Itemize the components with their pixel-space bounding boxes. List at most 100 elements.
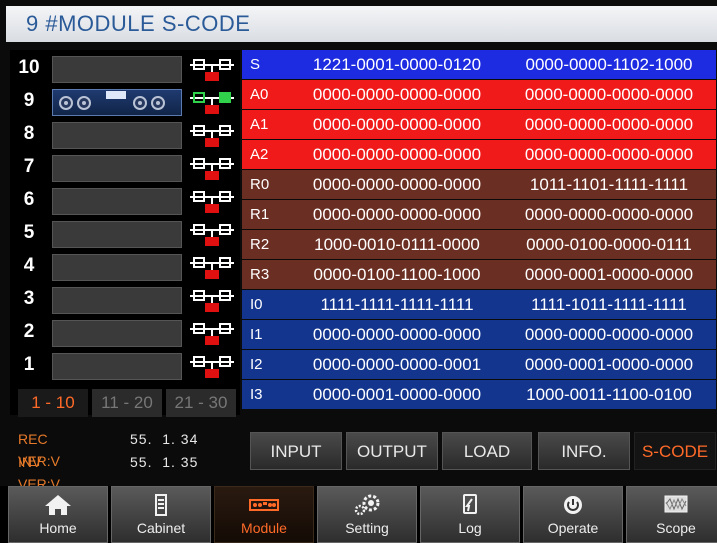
code-label: R0 xyxy=(250,176,270,193)
module-unit-empty[interactable] xyxy=(52,188,182,215)
nav-log-button[interactable]: Log xyxy=(420,486,520,543)
code-value-2: 0000-0100-0000-0111 xyxy=(526,235,692,254)
tab-load[interactable]: LOAD xyxy=(442,432,532,470)
code-label: R3 xyxy=(250,266,270,283)
slot-number: 7 xyxy=(23,156,35,177)
module-slot-2[interactable]: 2 xyxy=(10,317,238,347)
module-slot-7[interactable]: 7 xyxy=(10,152,238,182)
rec-version-value: 55. 1. 34 xyxy=(130,431,199,447)
code-row-i1: I1 0000-0000-0000-0000 0000-0000-0000-0000 xyxy=(242,320,716,349)
fan-icon xyxy=(151,96,165,110)
module-rack: 10 9 8 7 6 5 4 3 2 1 xyxy=(10,50,240,415)
module-unit-empty[interactable] xyxy=(52,221,182,248)
tab-output[interactable]: OUTPUT xyxy=(346,432,438,470)
code-value-2: 1000-0011-1100-0100 xyxy=(526,385,692,404)
code-value-2: 0000-0000-0000-0000 xyxy=(524,145,694,164)
code-value-2: 0000-0001-0000-0000 xyxy=(524,265,694,284)
code-value-1: 0000-0000-0000-0000 xyxy=(312,205,482,224)
code-label: R2 xyxy=(250,236,270,253)
log-icon xyxy=(421,493,519,517)
slot-number: 1 xyxy=(23,354,35,375)
code-row-a2: A2 0000-0000-0000-0000 0000-0000-0000-0000 xyxy=(242,140,716,169)
tab-s-code[interactable]: S-CODE xyxy=(634,432,716,470)
code-label: S xyxy=(250,56,261,73)
tab-info[interactable]: INFO. xyxy=(538,432,630,470)
module-unit-empty[interactable] xyxy=(52,56,182,83)
nav-scope-button[interactable]: Scope xyxy=(626,486,717,543)
slot-number: 4 xyxy=(23,255,35,276)
module-slot-8[interactable]: 8 xyxy=(10,119,238,149)
scope-icon xyxy=(627,493,717,517)
code-value-1: 0000-0000-0000-0000 xyxy=(312,85,482,104)
module-unit-empty[interactable] xyxy=(52,122,182,149)
home-icon xyxy=(9,493,107,517)
nav-operate-button[interactable]: Operate xyxy=(523,486,623,543)
code-value-2: 0000-0001-0000-0000 xyxy=(524,355,694,374)
module-icon xyxy=(215,493,313,517)
nav-setting-button[interactable]: Setting xyxy=(317,486,417,543)
code-row-r3: R3 0000-0100-1100-1000 0000-0001-0000-0000 xyxy=(242,260,716,289)
module-slot-9[interactable]: 9 xyxy=(10,86,238,116)
slot-number: 9 xyxy=(23,90,35,111)
nav-label: Home xyxy=(39,520,77,536)
code-row-i3: I3 0000-0001-0000-0000 1000-0011-1100-0100 xyxy=(242,380,716,409)
code-value-1: 0000-0100-1100-1000 xyxy=(313,265,481,284)
nav-label: Cabinet xyxy=(136,520,186,536)
slot-number: 2 xyxy=(23,321,35,342)
code-row-a1: A1 0000-0000-0000-0000 0000-0000-0000-0000 xyxy=(242,110,716,139)
connection-icon xyxy=(186,286,238,314)
module-slot-1[interactable]: 1 xyxy=(10,350,238,380)
page-tab-3[interactable]: 21 - 30 xyxy=(166,389,236,417)
module-unit-empty[interactable] xyxy=(52,287,182,314)
nav-label: Operate xyxy=(547,520,599,536)
page-tab-2[interactable]: 11 - 20 xyxy=(92,389,162,417)
code-label: I1 xyxy=(250,326,263,343)
code-value-1: 0000-0000-0000-0000 xyxy=(312,145,482,164)
module-unit-empty[interactable] xyxy=(52,155,182,182)
connection-icon xyxy=(186,352,238,380)
code-row-i2: I2 0000-0000-0000-0001 0000-0001-0000-0000 xyxy=(242,350,716,379)
inv-version-value: 55. 1. 35 xyxy=(130,454,199,470)
nav-home-button[interactable]: Home xyxy=(8,486,108,543)
status-led xyxy=(106,91,126,99)
module-slot-5[interactable]: 5 xyxy=(10,218,238,248)
nav-module-button[interactable]: Module xyxy=(214,486,314,543)
code-value-2: 0000-0000-0000-0000 xyxy=(524,325,694,344)
tab-input[interactable]: INPUT xyxy=(250,432,342,470)
connection-icon xyxy=(186,55,238,83)
fan-icon xyxy=(59,96,73,110)
code-value-1: 1000-0010-0111-0000 xyxy=(314,235,480,254)
bottom-nav: Home Cabinet Module Setting Log Operate Scope xyxy=(0,486,717,543)
code-value-2: 0000-0000-0000-0000 xyxy=(524,115,694,134)
connection-icon xyxy=(186,319,238,347)
code-value-2: 1111-1011-1111-1111 xyxy=(531,295,687,314)
nav-cabinet-button[interactable]: Cabinet xyxy=(111,486,211,543)
page-tab-1[interactable]: 1 - 10 xyxy=(18,389,88,417)
code-label: I3 xyxy=(250,386,263,403)
module-unit-empty[interactable] xyxy=(52,254,182,281)
module-unit-present[interactable] xyxy=(52,89,182,116)
code-label: I2 xyxy=(250,356,263,373)
module-unit-empty[interactable] xyxy=(52,353,182,380)
fan-icon xyxy=(77,96,91,110)
nav-label: Setting xyxy=(345,520,389,536)
code-value-2: 1011-1101-1111-1111 xyxy=(529,175,689,194)
module-slot-6[interactable]: 6 xyxy=(10,185,238,215)
module-slot-10[interactable]: 10 xyxy=(10,53,238,83)
nav-label: Scope xyxy=(656,520,696,536)
code-label: R1 xyxy=(250,206,270,223)
cabinet-icon xyxy=(112,493,210,517)
module-unit-empty[interactable] xyxy=(52,320,182,347)
code-row-s: S 1221-0001-0000-0120 0000-0000-1102-1000 xyxy=(242,50,716,79)
module-slot-3[interactable]: 3 xyxy=(10,284,238,314)
ups-screen: 9 #MODULE S-CODE 10 9 8 7 6 5 4 3 2 1 1 - 10 11 - … xyxy=(0,0,717,543)
module-slot-4[interactable]: 4 xyxy=(10,251,238,281)
code-value-2: 0000-0000-0000-0000 xyxy=(524,85,694,104)
code-value-1: 0000-0000-0000-0000 xyxy=(312,175,482,194)
code-label: A0 xyxy=(250,86,269,103)
code-value-1: 0000-0000-0000-0000 xyxy=(312,325,482,344)
code-value-2: 0000-0000-1102-1000 xyxy=(525,55,693,74)
code-value-1: 0000-0000-0000-0001 xyxy=(312,355,482,374)
code-row-r2: R2 1000-0010-0111-0000 0000-0100-0000-0111 xyxy=(242,230,716,259)
code-value-2: 0000-0000-0000-0000 xyxy=(524,205,694,224)
